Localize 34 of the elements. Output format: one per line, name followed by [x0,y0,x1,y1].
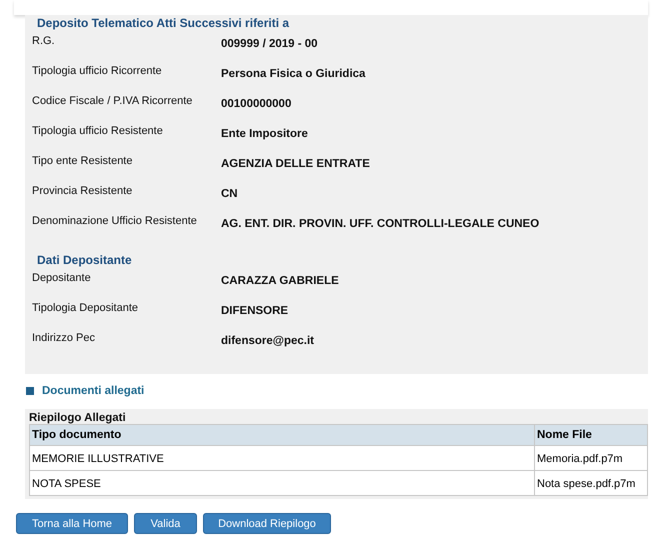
section-title: Deposito Telematico Atti Successivi riferiti a [36,15,290,32]
field-label: Depositante [31,272,92,284]
field-value: AG. ENT. DIR. PROVIN. UFF. CONTROLLI-LEGALE CUNEO [221,217,540,230]
field-label: R.G. [31,35,56,47]
section-heading: Documenti allegati [42,385,144,397]
action-button[interactable]: Download Riepilogo [203,513,331,534]
table-cell: NOTA SPESE [30,470,534,496]
action-button[interactable]: Valida [134,513,197,534]
action-button[interactable]: Torna alla Home [16,513,128,534]
table-cell: Nota spese.pdf.p7m [534,470,648,496]
field-label: Tipo ente Resistente [31,155,134,167]
field-label: Tipologia ufficio Ricorrente [31,65,163,77]
field-label: Indirizzo Pec [31,332,96,344]
field-value: 009999 / 2019 - 00 [221,37,318,50]
table-cell: MEMORIE ILLUSTRATIVE [30,446,534,470]
field-value: AGENZIA DELLE ENTRATE [221,157,370,170]
field-label: Tipologia ufficio Resistente [31,125,164,137]
table-cell: Memoria.pdf.p7m [534,446,648,470]
field-label: Tipologia Depositante [31,302,139,314]
field-value: difensore@pec.it [221,334,314,347]
field-value: CARAZZA GABRIELE [221,274,339,287]
column-header: Nome File [534,424,648,446]
table-title: Riepilogo Allegati [29,412,127,424]
field-label: Codice Fiscale / P.IVA Ricorrente [31,95,194,107]
field-value: 00100000000 [221,97,292,110]
section-title: Dati Depositante [36,252,133,269]
column-header: Tipo documento [30,424,534,446]
field-value: CN [221,187,238,200]
field-value: Ente Impositore [221,127,308,140]
field-label: Provincia Resistente [31,185,134,197]
square-icon [26,387,34,395]
field-label: Denominazione Ufficio Resistente [31,215,198,227]
field-value: DIFENSORE [221,304,288,317]
field-value: Persona Fisica o Giuridica [221,67,366,80]
